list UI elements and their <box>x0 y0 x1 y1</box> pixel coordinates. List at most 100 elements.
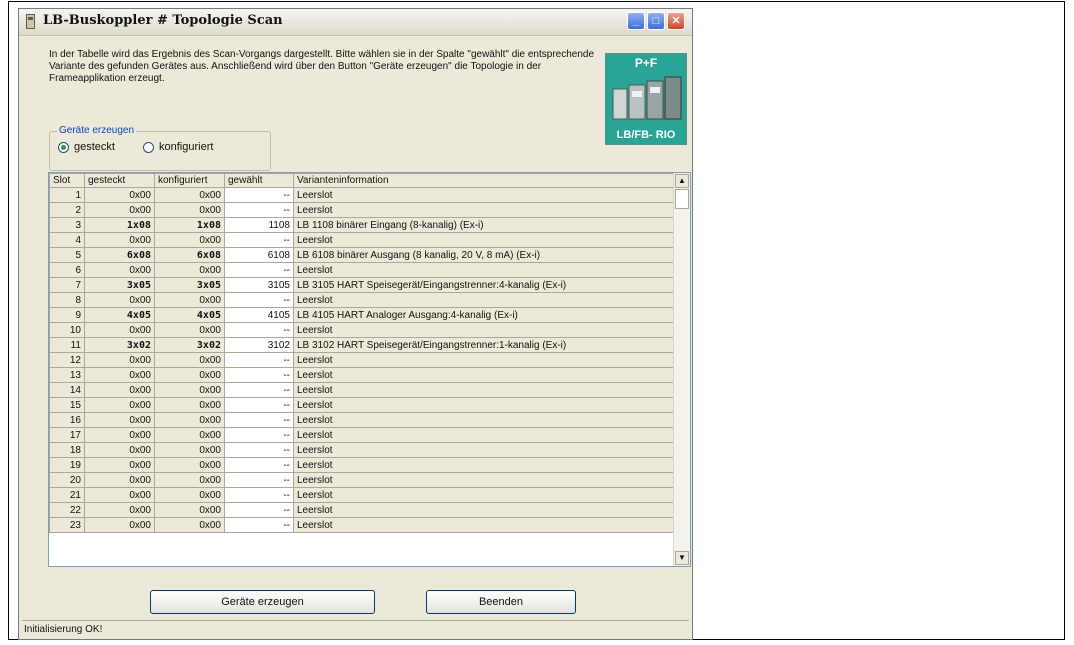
table-row[interactable]: 15 0x00 0x00 -- Leerslot <box>49 397 677 413</box>
table-row[interactable]: 18 0x00 0x00 -- Leerslot <box>49 442 677 458</box>
table-row[interactable]: 13 0x00 0x00 -- Leerslot <box>49 367 677 383</box>
cell-gewaehlt[interactable]: -- <box>224 292 294 308</box>
cell-gewaehlt[interactable]: -- <box>224 322 294 338</box>
cell-varianteninformation: Leerslot <box>293 367 677 383</box>
table-row[interactable]: 14 0x00 0x00 -- Leerslot <box>49 382 677 398</box>
cell-konfiguriert: 0x00 <box>154 502 225 518</box>
table-row[interactable]: 20 0x00 0x00 -- Leerslot <box>49 472 677 488</box>
table-row[interactable]: 6 0x00 0x00 -- Leerslot <box>49 262 677 278</box>
cell-gesteckt: 0x00 <box>84 487 155 503</box>
table-row[interactable]: 21 0x00 0x00 -- Leerslot <box>49 487 677 503</box>
table-row[interactable]: 4 0x00 0x00 -- Leerslot <box>49 232 677 248</box>
radio-gesteckt[interactable] <box>58 142 69 153</box>
table-row[interactable]: 10 0x00 0x00 -- Leerslot <box>49 322 677 338</box>
cell-varianteninformation: Leerslot <box>293 397 677 413</box>
cell-konfiguriert: 0x00 <box>154 472 225 488</box>
cell-gewaehlt[interactable]: -- <box>224 382 294 398</box>
col-header-varianteninformation[interactable]: Varianteninformation <box>293 173 677 188</box>
cell-gesteckt: 0x00 <box>84 442 155 458</box>
table-row[interactable]: 19 0x00 0x00 -- Leerslot <box>49 457 677 473</box>
device-icon <box>612 76 682 120</box>
create-devices-button[interactable]: Geräte erzeugen <box>150 590 375 614</box>
app-icon <box>26 14 35 29</box>
cell-gewaehlt[interactable]: 3105 <box>224 277 294 293</box>
cell-gewaehlt[interactable]: -- <box>224 502 294 518</box>
cell-slot: 9 <box>49 307 85 323</box>
cell-slot: 15 <box>49 397 85 413</box>
cell-slot: 13 <box>49 367 85 383</box>
cell-gewaehlt[interactable]: 4105 <box>224 307 294 323</box>
cell-gewaehlt[interactable]: -- <box>224 442 294 458</box>
cell-gesteckt: 0x00 <box>84 397 155 413</box>
table-row[interactable]: 8 0x00 0x00 -- Leerslot <box>49 292 677 308</box>
col-header-gewaehlt[interactable]: gewählt <box>224 173 294 188</box>
table-row[interactable]: 9 4x05 4x05 4105 LB 4105 HART Analoger Ausga… <box>49 307 677 323</box>
cell-gesteckt: 0x00 <box>84 187 155 203</box>
table-row[interactable]: 1 0x00 0x00 -- Leerslot <box>49 187 677 203</box>
cell-varianteninformation: Leerslot <box>293 352 677 368</box>
cell-gesteckt: 0x00 <box>84 292 155 308</box>
cell-konfiguriert: 0x00 <box>154 292 225 308</box>
cell-gewaehlt[interactable]: -- <box>224 412 294 428</box>
cell-gewaehlt[interactable]: -- <box>224 187 294 203</box>
cell-gewaehlt[interactable]: -- <box>224 457 294 473</box>
cell-gewaehlt[interactable]: -- <box>224 487 294 503</box>
cell-konfiguriert: 0x00 <box>154 517 225 533</box>
exit-button[interactable]: Beenden <box>426 590 576 614</box>
scroll-up-icon[interactable]: ▲ <box>675 174 689 188</box>
cell-gewaehlt[interactable]: -- <box>224 202 294 218</box>
table-row[interactable]: 17 0x00 0x00 -- Leerslot <box>49 427 677 443</box>
table-row[interactable]: 11 3x02 3x02 3102 LB 3102 HART Speisegerät/E… <box>49 337 677 353</box>
cell-gewaehlt[interactable]: 6108 <box>224 247 294 263</box>
cell-varianteninformation: LB 6108 binärer Ausgang (8 kanalig, 20 V… <box>293 247 677 263</box>
cell-konfiguriert: 0x00 <box>154 202 225 218</box>
table-row[interactable]: 7 3x05 3x05 3105 LB 3105 HART Speisegerät/Ei… <box>49 277 677 293</box>
cell-slot: 12 <box>49 352 85 368</box>
window-title: LB-Buskoppler # Topologie Scan <box>43 13 283 28</box>
cell-gewaehlt[interactable]: -- <box>224 397 294 413</box>
cell-gewaehlt[interactable]: -- <box>224 262 294 278</box>
table-row[interactable]: 22 0x00 0x00 -- Leerslot <box>49 502 677 518</box>
pf-logo: P+F LB/FB- RIO <box>605 53 687 145</box>
close-button[interactable]: ✕ <box>667 12 685 30</box>
cell-gewaehlt[interactable]: -- <box>224 427 294 443</box>
cell-gewaehlt[interactable]: -- <box>224 232 294 248</box>
cell-varianteninformation: Leerslot <box>293 232 677 248</box>
cell-varianteninformation: Leerslot <box>293 292 677 308</box>
cell-gesteckt: 1x08 <box>84 217 155 233</box>
scroll-thumb[interactable] <box>675 189 689 209</box>
cell-konfiguriert: 0x00 <box>154 427 225 443</box>
cell-slot: 16 <box>49 412 85 428</box>
minimize-button[interactable]: _ <box>627 12 645 30</box>
table-row[interactable]: 23 0x00 0x00 -- Leerslot <box>49 517 677 533</box>
cell-varianteninformation: LB 1108 binärer Eingang (8-kanalig) (Ex-… <box>293 217 677 233</box>
table-row[interactable]: 5 6x08 6x08 6108 LB 6108 binärer Ausgang (8 … <box>49 247 677 263</box>
table-row[interactable]: 3 1x08 1x08 1108 LB 1108 binärer Eingang (8-… <box>49 217 677 233</box>
cell-gesteckt: 0x00 <box>84 367 155 383</box>
cell-gewaehlt[interactable]: 1108 <box>224 217 294 233</box>
radio-konfiguriert-label[interactable]: konfiguriert <box>159 141 213 153</box>
cell-konfiguriert: 0x00 <box>154 382 225 398</box>
col-header-slot[interactable]: Slot <box>49 173 85 188</box>
cell-gewaehlt[interactable]: 3102 <box>224 337 294 353</box>
cell-varianteninformation: Leerslot <box>293 427 677 443</box>
cell-gesteckt: 0x00 <box>84 502 155 518</box>
cell-gesteckt: 0x00 <box>84 472 155 488</box>
cell-gewaehlt[interactable]: -- <box>224 472 294 488</box>
radio-gesteckt-label[interactable]: gesteckt <box>74 141 115 153</box>
cell-gewaehlt[interactable]: -- <box>224 367 294 383</box>
status-bar: Initialisierung OK! <box>22 620 689 639</box>
cell-gewaehlt[interactable]: -- <box>224 352 294 368</box>
cell-konfiguriert: 0x00 <box>154 352 225 368</box>
col-header-konfiguriert[interactable]: konfiguriert <box>154 173 225 188</box>
col-header-gesteckt[interactable]: gesteckt <box>84 173 155 188</box>
maximize-button[interactable]: □ <box>647 12 665 30</box>
vertical-scrollbar[interactable]: ▲ ▼ <box>673 173 690 566</box>
table-row[interactable]: 12 0x00 0x00 -- Leerslot <box>49 352 677 368</box>
table-row[interactable]: 2 0x00 0x00 -- Leerslot <box>49 202 677 218</box>
cell-gewaehlt[interactable]: -- <box>224 517 294 533</box>
radio-konfiguriert[interactable] <box>143 142 154 153</box>
table-row[interactable]: 16 0x00 0x00 -- Leerslot <box>49 412 677 428</box>
cell-varianteninformation: Leerslot <box>293 517 677 533</box>
scroll-down-icon[interactable]: ▼ <box>675 551 689 565</box>
